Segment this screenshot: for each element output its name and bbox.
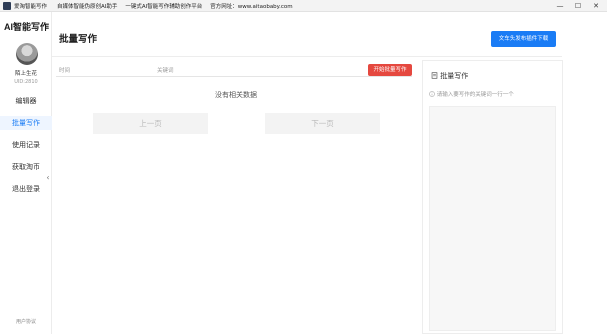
maximize-button[interactable]: ☐ bbox=[569, 1, 587, 11]
menu-item-1[interactable]: 自媒体智能伪原创AI助手 bbox=[57, 2, 117, 10]
app-logo: AI智能写作 bbox=[4, 22, 50, 32]
prev-page-button[interactable]: 上一页 bbox=[93, 113, 208, 134]
next-page-button[interactable]: 下一页 bbox=[265, 113, 380, 134]
window-title: 爱淘智能写作 bbox=[14, 3, 48, 10]
user-id: UID:2810 bbox=[14, 79, 38, 85]
keyword-filter-input[interactable]: 关键词 bbox=[157, 66, 267, 76]
time-filter-input[interactable]: 时间 bbox=[59, 66, 149, 76]
panel-hint: 请输入要写作的关键词一行一个 bbox=[429, 90, 514, 98]
filter-bar: 时间 关键词 开始批量写作 bbox=[56, 64, 412, 77]
avatar[interactable] bbox=[16, 43, 38, 65]
app-icon bbox=[3, 1, 11, 10]
info-icon bbox=[429, 91, 435, 97]
divider bbox=[52, 56, 562, 57]
document-icon bbox=[431, 72, 438, 79]
minimize-button[interactable]: — bbox=[551, 1, 569, 11]
close-button[interactable]: ✕ bbox=[587, 1, 605, 11]
user-agreement-link[interactable]: 用户协议 bbox=[0, 318, 52, 325]
title-bar: 爱淘智能写作 自媒体智能伪原创AI助手 一键式AI智能写作辅助创作平台 官方网址… bbox=[0, 0, 607, 12]
panel-title-text: 批量写作 bbox=[440, 72, 469, 80]
sidebar-item-editor[interactable]: 编辑器 bbox=[0, 94, 52, 108]
user-name: 陌上生花 bbox=[14, 71, 37, 77]
batch-input-panel: 批量写作 请输入要写作的关键词一行一个 bbox=[422, 60, 563, 334]
sidebar-item-logout[interactable]: 退出登录 bbox=[0, 182, 52, 196]
menu-item-2[interactable]: 一键式AI智能写作辅助创作平台 bbox=[125, 2, 202, 10]
collapse-sidebar-icon[interactable]: ‹ bbox=[44, 172, 52, 184]
plugin-download-button[interactable]: 文车头发布插件下载 bbox=[491, 31, 556, 47]
sidebar-item-batch-writing[interactable]: 批量写作 bbox=[0, 116, 52, 130]
panel-hint-text: 请输入要写作的关键词一行一个 bbox=[436, 92, 514, 98]
keywords-textarea[interactable] bbox=[429, 106, 556, 331]
empty-state-text: 没有相关数据 bbox=[215, 91, 257, 99]
start-batch-writing-button[interactable]: 开始批量写作 bbox=[368, 64, 412, 76]
panel-title: 批量写作 bbox=[431, 71, 468, 81]
page-title: 批量写作 bbox=[59, 34, 98, 45]
sidebar-item-usage-records[interactable]: 使用记录 bbox=[0, 138, 52, 152]
menu-item-website[interactable]: 官方网址：www.aitaobaby.com bbox=[210, 2, 292, 10]
